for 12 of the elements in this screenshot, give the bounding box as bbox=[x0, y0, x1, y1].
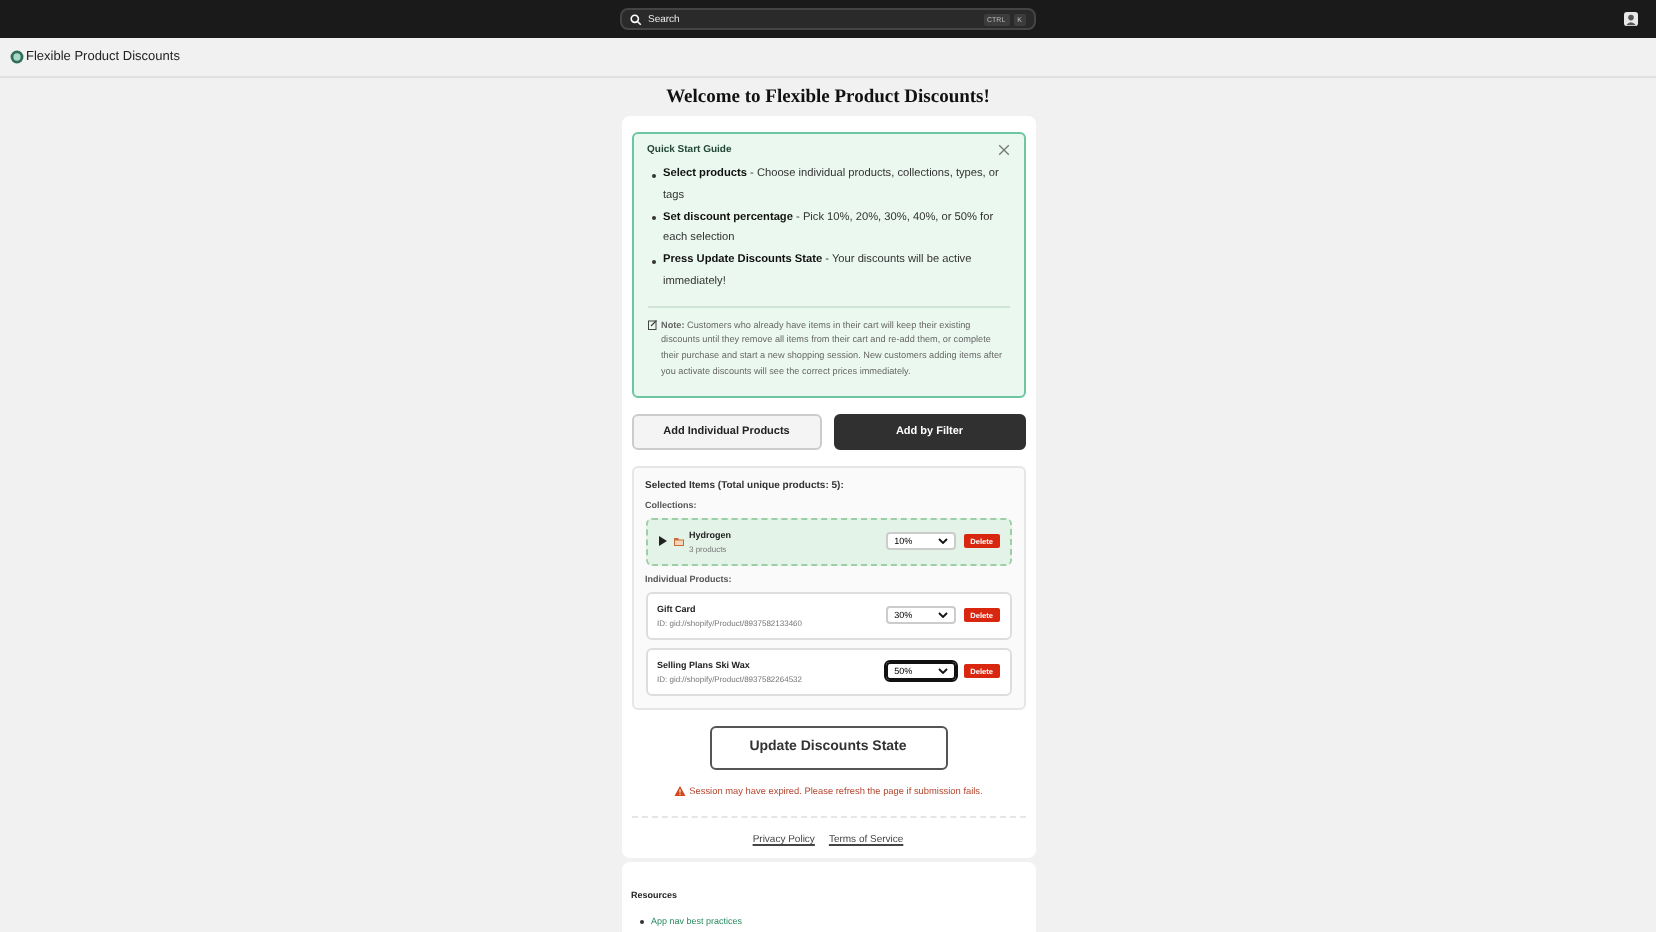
account-icon[interactable] bbox=[1624, 12, 1638, 26]
page-heading: Welcome to Flexible Product Discounts! bbox=[666, 88, 990, 108]
memo-icon bbox=[647, 319, 657, 330]
search-icon bbox=[630, 13, 642, 25]
folder-icon bbox=[673, 537, 683, 546]
close-icon[interactable] bbox=[997, 144, 1009, 156]
chevron-down-icon bbox=[938, 538, 949, 545]
app-logo-icon bbox=[10, 50, 24, 64]
chevron-down-icon bbox=[938, 668, 949, 675]
disclosure-triangle-icon[interactable] bbox=[657, 536, 667, 547]
chevron-down-icon bbox=[938, 612, 949, 619]
warning-icon bbox=[673, 785, 686, 796]
